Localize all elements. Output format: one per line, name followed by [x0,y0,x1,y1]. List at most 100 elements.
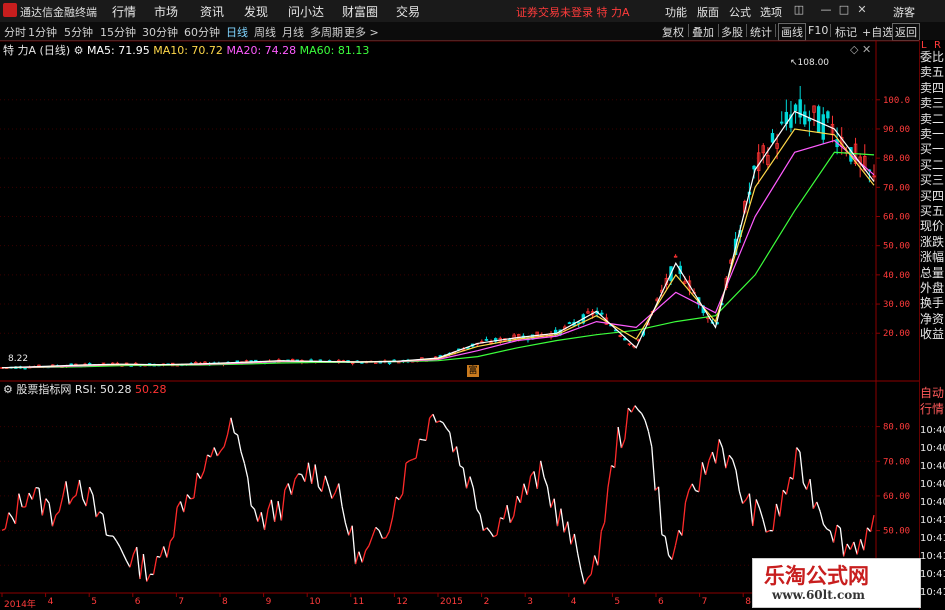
menu-news[interactable]: 资讯 [200,3,224,20]
menu-market[interactable]: 市场 [154,3,178,20]
settings-icon[interactable]: ⚙ [74,44,84,57]
back-button[interactable]: 返回 [892,23,920,41]
rsi-segment [470,477,473,488]
guest-user[interactable]: 游客 [893,4,915,20]
period-weekly[interactable]: 周线 [254,24,276,40]
rsi-segment [524,484,527,495]
period-15min[interactable]: 15分钟 [100,24,136,40]
menu-trade[interactable]: 交易 [396,3,420,20]
rsi-segment [389,518,392,532]
candle-body [388,363,391,364]
side-item-4[interactable]: 卖二 [920,112,944,127]
period-multi[interactable]: 多周期 [310,24,343,40]
side-item-11[interactable]: 现价 [920,219,944,234]
rsi-segment [871,515,874,532]
menu-options[interactable]: 选项 [760,4,782,20]
rsi-segment [399,494,402,500]
menu-ask-xiaoda[interactable]: 问小达 [288,3,324,20]
indicator-settings-icon[interactable]: ⚙ [3,383,13,396]
side-item-12[interactable]: 涨跌 [920,235,944,250]
period-5min[interactable]: 5分钟 [64,24,93,40]
period-daily[interactable]: 日线 [226,24,248,40]
rsi-segment [810,479,813,509]
side-item-10[interactable]: 买五 [920,204,944,219]
side-item-15[interactable]: 外盘 [920,281,944,296]
side-item-1[interactable]: 卖五 [920,65,944,80]
rsi-segment [591,555,594,574]
kline-chart[interactable]: 100.090.0080.0070.0060.0050.0040.0030.00… [0,40,919,609]
rsi-segment [692,484,695,491]
period-60min[interactable]: 60分钟 [184,24,220,40]
period-1min[interactable]: 1分钟 [28,24,57,40]
multi-stock-button[interactable]: 多股 [721,24,743,40]
side-item-5[interactable]: 卖一 [920,127,944,142]
adjust-button[interactable]: 复权 [662,24,684,40]
side-item-17[interactable]: 净资 [920,312,944,327]
rsi-segment [588,574,591,578]
side-lower-item-0[interactable]: 自动 [920,386,944,401]
rsi-value: 50.28 [135,383,167,396]
rsi-segment [568,522,571,545]
rsi-segment [288,483,291,494]
menu-wealth-circle[interactable]: 财富圈 [342,3,378,20]
minimize-icon[interactable]: — [820,3,832,17]
rsi-segment [652,447,655,491]
statistics-button[interactable]: 统计 [750,24,772,40]
menu-quotes[interactable]: 行情 [112,3,136,20]
rsi-segment [116,541,119,547]
toolbar-divider [775,24,776,37]
y-tick-label: 80.00 [883,423,910,433]
side-item-13[interactable]: 涨幅 [920,250,944,265]
rsi-segment [180,501,183,512]
period-30min[interactable]: 30分钟 [142,24,178,40]
mark-button[interactable]: 标记 [835,24,857,40]
side-item-6[interactable]: 买一 [920,142,944,157]
maximize-icon[interactable]: □ [838,3,850,17]
rsi-segment [204,455,207,471]
rsi-segment [356,552,359,564]
skin-icon[interactable]: ◫ [793,3,805,17]
rsi-segment [265,510,268,530]
rsi-segment [675,530,678,546]
add-watchlist-button[interactable]: +自选 [862,24,893,40]
rsi-segment [29,493,32,499]
y-tick-label: 60.00 [883,213,910,223]
side-item-18[interactable]: 收益 [920,327,944,342]
rsi-segment [73,495,76,498]
rsi-segment [211,447,214,457]
rsi-segment [46,499,49,504]
rsi-segment [386,532,389,538]
menu-layout[interactable]: 版面 [697,4,719,20]
side-item-16[interactable]: 换手 [920,296,944,311]
rsi-segment [729,455,732,459]
side-item-3[interactable]: 卖三 [920,96,944,111]
rsi-segment [608,466,611,488]
menu-function[interactable]: 功能 [665,4,687,20]
period-more[interactable]: 更多 > [344,24,379,40]
indicator-header: ⚙ 股票指标网 RSI: 50.28 50.28 [3,381,166,397]
rsi-segment [217,451,220,456]
menu-discover[interactable]: 发现 [244,3,268,20]
close-icon[interactable]: ✕ [856,3,868,17]
rsi-segment [635,406,638,410]
side-item-14[interactable]: 总量 [920,266,944,281]
menu-formula[interactable]: 公式 [729,4,751,20]
period-monthly[interactable]: 月线 [282,24,304,40]
chart-options-icon[interactable]: ◇ ✕ [850,43,871,56]
side-item-7[interactable]: 买二 [920,158,944,173]
side-item-2[interactable]: 卖四 [920,81,944,96]
y-tick-label: 100.0 [883,96,910,106]
overlay-button[interactable]: 叠加 [692,24,714,40]
rsi-segment [797,448,800,452]
side-item-0[interactable]: 委比 [920,50,944,65]
f10-button[interactable]: F10 [808,24,828,37]
rsi-segment [362,551,365,563]
side-item-8[interactable]: 买三 [920,173,944,188]
rsi-segment [504,505,507,519]
side-item-9[interactable]: 买四 [920,189,944,204]
draw-line-button[interactable]: 画线 [778,23,806,41]
period-intraday[interactable]: 分时 [4,24,26,40]
rsi-segment [844,544,847,556]
event-marker-icon[interactable]: 富 [467,365,479,377]
side-lower-item-1[interactable]: 行情 [920,402,944,417]
